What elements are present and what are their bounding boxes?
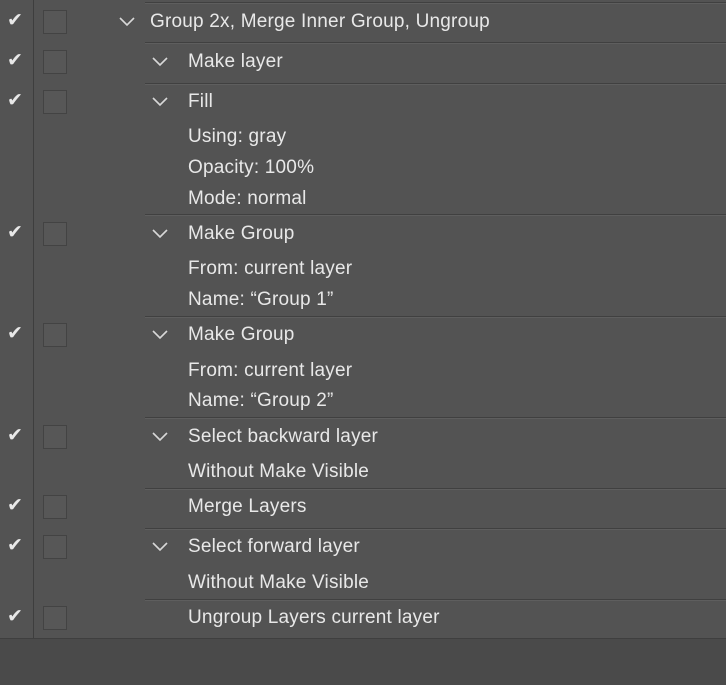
- chevron-down-icon[interactable]: [152, 327, 168, 343]
- row-separator: [145, 2, 726, 4]
- panel-footer: [0, 638, 726, 685]
- step-param: Name: “Group 2”: [188, 390, 334, 411]
- checkmark-icon[interactable]: ✔: [6, 496, 24, 515]
- step-title[interactable]: Make layer: [188, 51, 283, 73]
- column-divider: [33, 0, 34, 638]
- row-separator: [145, 488, 726, 490]
- row-separator: [145, 599, 726, 601]
- dialog-toggle-box[interactable]: [43, 222, 67, 246]
- actions-panel: ✔ Group 2x, Merge Inner Group, Ungroup ✔…: [0, 0, 726, 685]
- dialog-toggle-box[interactable]: [43, 425, 67, 449]
- step-title[interactable]: Select backward layer: [188, 426, 378, 448]
- step-title[interactable]: Merge Layers: [188, 496, 307, 518]
- step-title[interactable]: Select forward layer: [188, 536, 360, 558]
- step-title[interactable]: Fill: [188, 91, 213, 113]
- row-separator: [145, 316, 726, 318]
- checkmark-icon[interactable]: ✔: [6, 51, 24, 70]
- step-param: From: current layer: [188, 258, 353, 279]
- step-param: Without Make Visible: [188, 461, 370, 482]
- row-separator: [145, 42, 726, 44]
- step-param: Using: gray: [188, 126, 287, 147]
- row-separator: [145, 214, 726, 216]
- step-title[interactable]: Ungroup Layers current layer: [188, 607, 440, 629]
- chevron-down-icon[interactable]: [152, 54, 168, 70]
- dialog-toggle-box[interactable]: [43, 323, 67, 347]
- step-param: Without Make Visible: [188, 572, 370, 593]
- row-separator: [145, 417, 726, 419]
- checkmark-icon[interactable]: ✔: [6, 11, 24, 30]
- action-group-title[interactable]: Group 2x, Merge Inner Group, Ungroup: [150, 11, 490, 33]
- step-title[interactable]: Make Group: [188, 324, 295, 346]
- dialog-toggle-box[interactable]: [43, 10, 67, 34]
- checkmark-icon[interactable]: ✔: [6, 536, 24, 555]
- dialog-toggle-box[interactable]: [43, 90, 67, 114]
- step-param: Name: “Group 1”: [188, 289, 334, 310]
- step-title[interactable]: Make Group: [188, 223, 295, 245]
- chevron-down-icon[interactable]: [152, 94, 168, 110]
- dialog-toggle-box[interactable]: [43, 50, 67, 74]
- chevron-down-icon[interactable]: [152, 539, 168, 555]
- step-param: Mode: normal: [188, 188, 307, 209]
- checkmark-icon[interactable]: ✔: [6, 223, 24, 242]
- dialog-toggle-box[interactable]: [43, 495, 67, 519]
- step-param: From: current layer: [188, 360, 353, 381]
- step-param: Opacity: 100%: [188, 157, 315, 178]
- row-separator: [145, 83, 726, 85]
- checkmark-icon[interactable]: ✔: [6, 324, 24, 343]
- chevron-down-icon[interactable]: [152, 226, 168, 242]
- dialog-toggle-box[interactable]: [43, 535, 67, 559]
- checkmark-icon[interactable]: ✔: [6, 91, 24, 110]
- checkmark-icon[interactable]: ✔: [6, 426, 24, 445]
- chevron-down-icon[interactable]: [119, 14, 135, 30]
- dialog-toggle-box[interactable]: [43, 606, 67, 630]
- checkmark-icon[interactable]: ✔: [6, 607, 24, 626]
- chevron-down-icon[interactable]: [152, 429, 168, 445]
- row-separator: [145, 528, 726, 530]
